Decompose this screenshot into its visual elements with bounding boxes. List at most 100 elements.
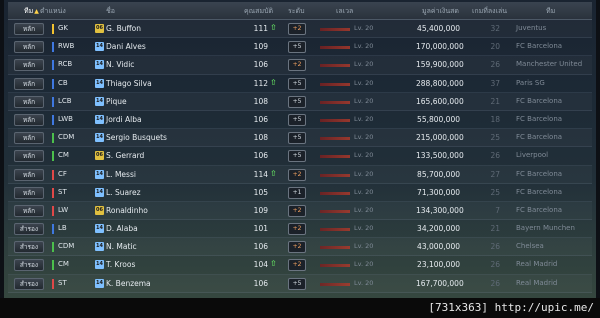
header-level[interactable]: ระดับ (288, 6, 305, 17)
player-ovr: 109 (253, 205, 268, 215)
header-value[interactable]: มูลค่าเงินสด (422, 6, 459, 17)
table-header: ทีม▲ ตำแหน่ง ชื่อ คุณสมบัติ ระดับ เลเวล … (8, 2, 592, 20)
player-name[interactable]: T. Kroos (106, 260, 135, 269)
position-color-bar (52, 224, 54, 235)
level-up-icon: ⇧ (270, 77, 277, 87)
table-row[interactable]: หลัก GK 06 G. Buffon 111 ⇧ +2 Lv. 20 45,… (8, 20, 592, 39)
player-name[interactable]: N. Vidic (106, 60, 134, 69)
exp-bar (320, 28, 350, 31)
player-name[interactable]: S. Gerrard (106, 151, 144, 160)
exp-bar (320, 191, 350, 195)
table-row[interactable]: สำรอง LB 14 D. Alaba 101 +2 Lv. 20 34,20… (8, 220, 592, 239)
enhance-level-box: +2 (288, 241, 306, 254)
player-lv: Lv. 20 (354, 114, 374, 123)
player-position: LCB (58, 96, 72, 105)
player-lv: Lv. 20 (354, 78, 374, 87)
player-name[interactable]: L. Suarez (106, 188, 141, 197)
player-games: 26 (490, 60, 500, 70)
squad-status-button[interactable]: หลัก (14, 186, 44, 199)
player-position: RCB (58, 60, 73, 69)
player-games: 20 (490, 42, 500, 52)
player-position: CM (58, 260, 69, 269)
squad-status-button[interactable]: หลัก (14, 59, 44, 72)
header-team[interactable]: ทีม▲ (24, 6, 39, 17)
header-ovr[interactable]: คุณสมบัติ (244, 6, 273, 17)
player-name[interactable]: Dani Alves (106, 42, 146, 51)
exp-bar (320, 246, 350, 250)
player-position: LWB (58, 114, 73, 123)
player-name[interactable]: Ronaldinho (106, 206, 148, 215)
position-color-bar (52, 24, 54, 34)
enhance-level-box: +2 (288, 259, 306, 272)
player-lv: Lv. 20 (354, 242, 374, 251)
season-badge-icon: 14 (95, 260, 104, 270)
table-row[interactable]: หลัก CF 14 L. Messi 114 ⇧ +2 Lv. 20 85,7… (8, 166, 592, 184)
player-value: 170,000,000 (416, 42, 464, 52)
table-row[interactable]: สำรอง CDM 14 N. Matic 106 +2 Lv. 20 43,0… (8, 238, 592, 257)
position-color-bar (52, 133, 54, 144)
squad-status-button[interactable]: หลัก (14, 168, 44, 181)
squad-status-button[interactable]: สำรอง (14, 277, 44, 290)
squad-status-button[interactable]: สำรอง (14, 259, 44, 272)
player-games: 18 (490, 114, 500, 124)
player-club: Manchester United (516, 60, 583, 69)
player-name[interactable]: Jordi Alba (106, 115, 142, 124)
squad-status-button[interactable]: หลัก (14, 23, 44, 35)
table-row[interactable]: สำรอง ST 14 K. Benzema 106 +5 Lv. 20 167… (8, 275, 592, 293)
player-position: RWB (58, 42, 75, 51)
table-row[interactable]: หลัก LW 06 Ronaldinho 109 +2 Lv. 20 134,… (8, 202, 592, 221)
player-name[interactable]: D. Alaba (106, 224, 138, 233)
table-row[interactable]: สำรอง CM 14 T. Kroos 104 ⇧ +2 Lv. 20 23,… (8, 256, 592, 275)
player-position: CDM (58, 133, 75, 142)
player-name[interactable]: G. Buffon (106, 24, 141, 33)
player-ovr: 109 (253, 42, 268, 52)
squad-status-button[interactable]: หลัก (14, 132, 44, 145)
squad-status-button[interactable]: หลัก (14, 204, 44, 217)
player-ovr: 114 (253, 169, 268, 179)
header-games[interactable]: เกมที่ลงเล่น (472, 6, 507, 17)
player-lv: Lv. 20 (354, 278, 374, 287)
player-club: Bayern Munchen (516, 224, 575, 233)
header-position[interactable]: ตำแหน่ง (40, 6, 66, 17)
player-value: 71,300,000 (417, 187, 460, 197)
table-row[interactable]: หลัก LCB 14 Pique 108 +5 Lv. 20 165,600,… (8, 93, 592, 111)
player-position: GK (58, 24, 69, 32)
season-badge-icon: 14 (95, 278, 104, 288)
table-row[interactable]: หลัก RCB 14 N. Vidic 106 +2 Lv. 20 159,9… (8, 56, 592, 75)
enhance-level-box: +5 (288, 41, 306, 54)
squad-status-button[interactable]: สำรอง (14, 241, 44, 254)
table-row[interactable]: หลัก CB 14 Thiago Silva 112 ⇧ +5 Lv. 20 … (8, 75, 592, 93)
position-color-bar (52, 151, 54, 162)
table-row[interactable]: หลัก ST 14 L. Suarez 105 +1 Lv. 20 71,30… (8, 184, 592, 202)
position-color-bar (52, 242, 54, 253)
squad-status-button[interactable]: หลัก (14, 95, 44, 108)
player-name[interactable]: Thiago Silva (106, 79, 152, 88)
squad-status-button[interactable]: หลัก (14, 113, 44, 126)
squad-status-button[interactable]: หลัก (14, 150, 44, 163)
player-name[interactable]: L. Messi (106, 170, 136, 179)
exp-bar (320, 137, 350, 141)
header-club[interactable]: ทีม (546, 6, 555, 17)
table-row[interactable]: หลัก RWB 14 Dani Alves 109 +5 Lv. 20 170… (8, 38, 592, 57)
table-row[interactable]: หลัก CDM 14 Sergio Busquets 108 +5 Lv. 2… (8, 129, 592, 148)
exp-bar (320, 264, 350, 268)
player-club: FC Barcelona (516, 187, 563, 196)
player-lv: Lv. 20 (354, 224, 374, 233)
player-name[interactable]: Sergio Busquets (106, 133, 167, 142)
exp-bar (320, 100, 350, 104)
table-row[interactable]: หลัก CM 06 S. Gerrard 106 +5 Lv. 20 133,… (8, 147, 592, 166)
season-badge-icon: 14 (95, 187, 104, 197)
squad-status-button[interactable]: สำรอง (14, 223, 44, 236)
player-name[interactable]: N. Matic (106, 242, 137, 251)
player-name[interactable]: Pique (106, 97, 127, 106)
player-value: 43,000,000 (417, 242, 460, 252)
squad-status-button[interactable]: หลัก (14, 41, 44, 54)
player-value: 23,100,000 (417, 260, 460, 270)
player-club: Juventus (516, 24, 547, 32)
squad-status-button[interactable]: หลัก (14, 77, 44, 90)
player-name[interactable]: K. Benzema (106, 279, 151, 288)
header-name[interactable]: ชื่อ (106, 6, 115, 17)
header-exp[interactable]: เลเวล (336, 6, 353, 17)
table-row[interactable]: หลัก LWB 14 Jordi Alba 106 +5 Lv. 20 55,… (8, 111, 592, 130)
exp-bar (320, 173, 350, 177)
